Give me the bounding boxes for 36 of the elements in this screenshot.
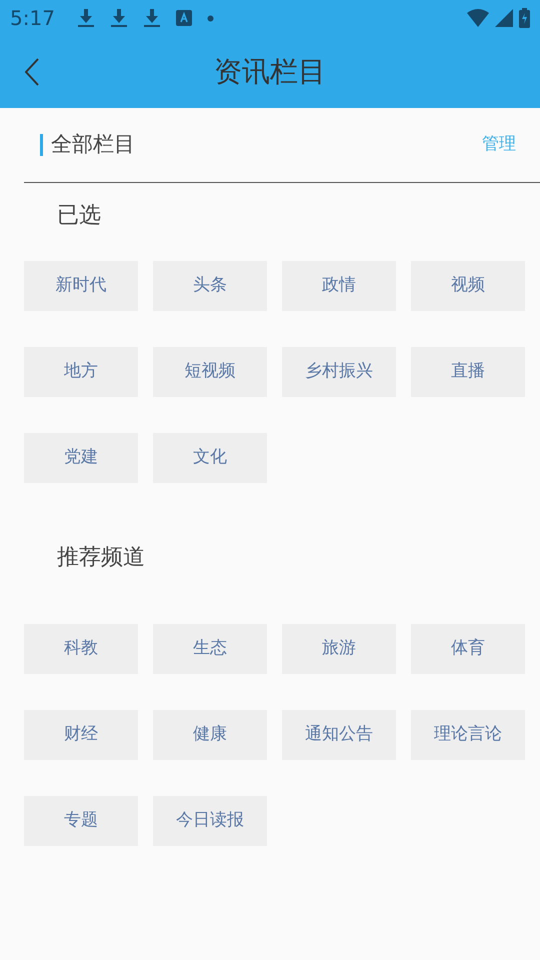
back-icon: [25, 58, 39, 86]
page-title: 资讯栏目: [214, 54, 326, 90]
channel-tag[interactable]: 旅游: [282, 624, 396, 674]
channel-tag[interactable]: 财经: [24, 710, 138, 760]
channel-tag[interactable]: 短视频: [153, 347, 267, 397]
channel-tag[interactable]: 生态: [153, 624, 267, 674]
channel-tag[interactable]: 新时代: [24, 261, 138, 311]
channel-tag[interactable]: 健康: [153, 710, 267, 760]
channel-tag[interactable]: 通知公告: [282, 710, 396, 760]
channel-tag[interactable]: 地方: [24, 347, 138, 397]
channel-tag[interactable]: 直播: [411, 347, 525, 397]
channel-tag[interactable]: 专题: [24, 796, 138, 846]
manage-button[interactable]: 管理: [482, 132, 516, 158]
group-title: 推荐频道: [57, 544, 145, 572]
channel-tag[interactable]: 党建: [24, 433, 138, 483]
download-icon: [142, 8, 161, 28]
channel-tag[interactable]: 体育: [411, 624, 525, 674]
status-time: 5:17: [10, 5, 55, 32]
accent-bar: [40, 134, 43, 156]
signal-icon: [495, 9, 513, 27]
channel-tag[interactable]: 头条: [153, 261, 267, 311]
section-title: 全部栏目: [51, 131, 135, 158]
wifi-icon: [467, 9, 489, 27]
download-icon: [110, 8, 128, 28]
group-title: 已选: [57, 202, 101, 230]
channel-tag[interactable]: 政情: [282, 261, 396, 311]
download-icon: [76, 8, 95, 28]
channel-tag[interactable]: 乡村振兴: [282, 347, 396, 397]
dot-icon: [206, 14, 214, 22]
channel-tag[interactable]: 理论言论: [411, 710, 525, 760]
channel-tag[interactable]: 今日读报: [153, 796, 267, 846]
channel-tag[interactable]: 视频: [411, 261, 525, 311]
battery-icon: [519, 8, 530, 28]
channel-tag[interactable]: 科教: [24, 624, 138, 674]
app-notification-icon: [176, 10, 192, 26]
channel-tag[interactable]: 文化: [153, 433, 267, 483]
